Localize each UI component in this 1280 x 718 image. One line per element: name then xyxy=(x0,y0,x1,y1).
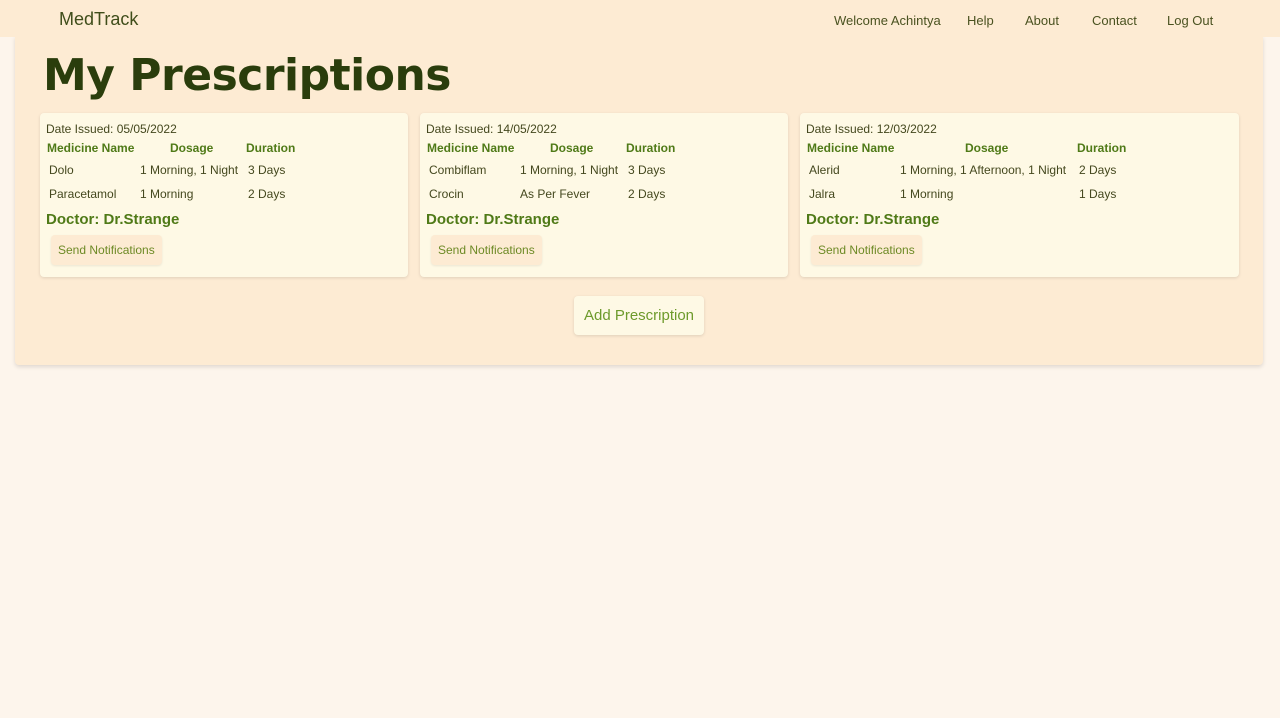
nav-contact[interactable]: Contact xyxy=(1092,13,1137,28)
medicine-duration: 1 Days xyxy=(1079,187,1117,201)
medicine-name: Paracetamol xyxy=(49,187,117,201)
doctor-name: Doctor: Dr.Strange xyxy=(426,211,560,228)
medicine-duration: 2 Days xyxy=(1079,163,1117,177)
doctor-name: Doctor: Dr.Strange xyxy=(806,211,940,228)
nav-about[interactable]: About xyxy=(1025,13,1059,28)
medicine-dosage: As Per Fever xyxy=(520,187,591,201)
col-header-dosage: Dosage xyxy=(170,141,214,155)
doctor-name: Doctor: Dr.Strange xyxy=(46,211,180,228)
medicine-duration: 3 Days xyxy=(248,163,286,177)
col-header-medicine: Medicine Name xyxy=(807,141,895,155)
nav-logout[interactable]: Log Out xyxy=(1167,13,1213,28)
medicine-dosage: 1 Morning, 1 Afternoon, 1 Night xyxy=(900,163,1067,177)
date-issued: Date Issued: 05/05/2022 xyxy=(46,122,177,136)
col-header-duration: Duration xyxy=(246,141,296,155)
navbar: MedTrack Welcome Achintya Help About Con… xyxy=(0,0,1280,37)
prescription-card: Date Issued: 14/05/2022 Medicine Name Do… xyxy=(420,113,788,277)
prescription-card: Date Issued: 05/05/2022 Medicine Name Do… xyxy=(40,113,408,277)
medicine-name: Crocin xyxy=(429,187,464,201)
col-header-medicine: Medicine Name xyxy=(47,141,135,155)
main-panel: My Prescriptions Date Issued: 05/05/2022… xyxy=(15,36,1263,365)
add-prescription-button[interactable]: Add Prescription xyxy=(574,296,704,335)
medicine-duration: 2 Days xyxy=(248,187,286,201)
send-notifications-button[interactable]: Send Notifications xyxy=(51,235,162,265)
medicine-name: Dolo xyxy=(49,163,74,177)
send-notifications-button[interactable]: Send Notifications xyxy=(431,235,542,265)
medicine-dosage: 1 Morning xyxy=(140,187,194,201)
col-header-dosage: Dosage xyxy=(550,141,594,155)
col-header-duration: Duration xyxy=(1077,141,1127,155)
col-header-dosage: Dosage xyxy=(965,141,1009,155)
send-notifications-button[interactable]: Send Notifications xyxy=(811,235,922,265)
nav-help[interactable]: Help xyxy=(967,13,994,28)
nav-links: Welcome Achintya Help About Contact Log … xyxy=(0,13,1280,33)
medicine-name: Alerid xyxy=(809,163,840,177)
prescription-card: Date Issued: 12/03/2022 Medicine Name Do… xyxy=(800,113,1239,277)
medicine-name: Combiflam xyxy=(429,163,487,177)
medicine-dosage: 1 Morning xyxy=(900,187,954,201)
col-header-duration: Duration xyxy=(626,141,676,155)
col-header-medicine: Medicine Name xyxy=(427,141,515,155)
medicine-dosage: 1 Morning, 1 Night xyxy=(140,163,239,177)
medicine-dosage: 1 Morning, 1 Night xyxy=(520,163,619,177)
medicine-duration: 2 Days xyxy=(628,187,666,201)
medicine-name: Jalra xyxy=(809,187,836,201)
date-issued: Date Issued: 12/03/2022 xyxy=(806,122,937,136)
date-issued: Date Issued: 14/05/2022 xyxy=(426,122,557,136)
page-title: My Prescriptions xyxy=(43,50,451,101)
medicine-duration: 3 Days xyxy=(628,163,666,177)
nav-welcome[interactable]: Welcome Achintya xyxy=(834,13,941,28)
